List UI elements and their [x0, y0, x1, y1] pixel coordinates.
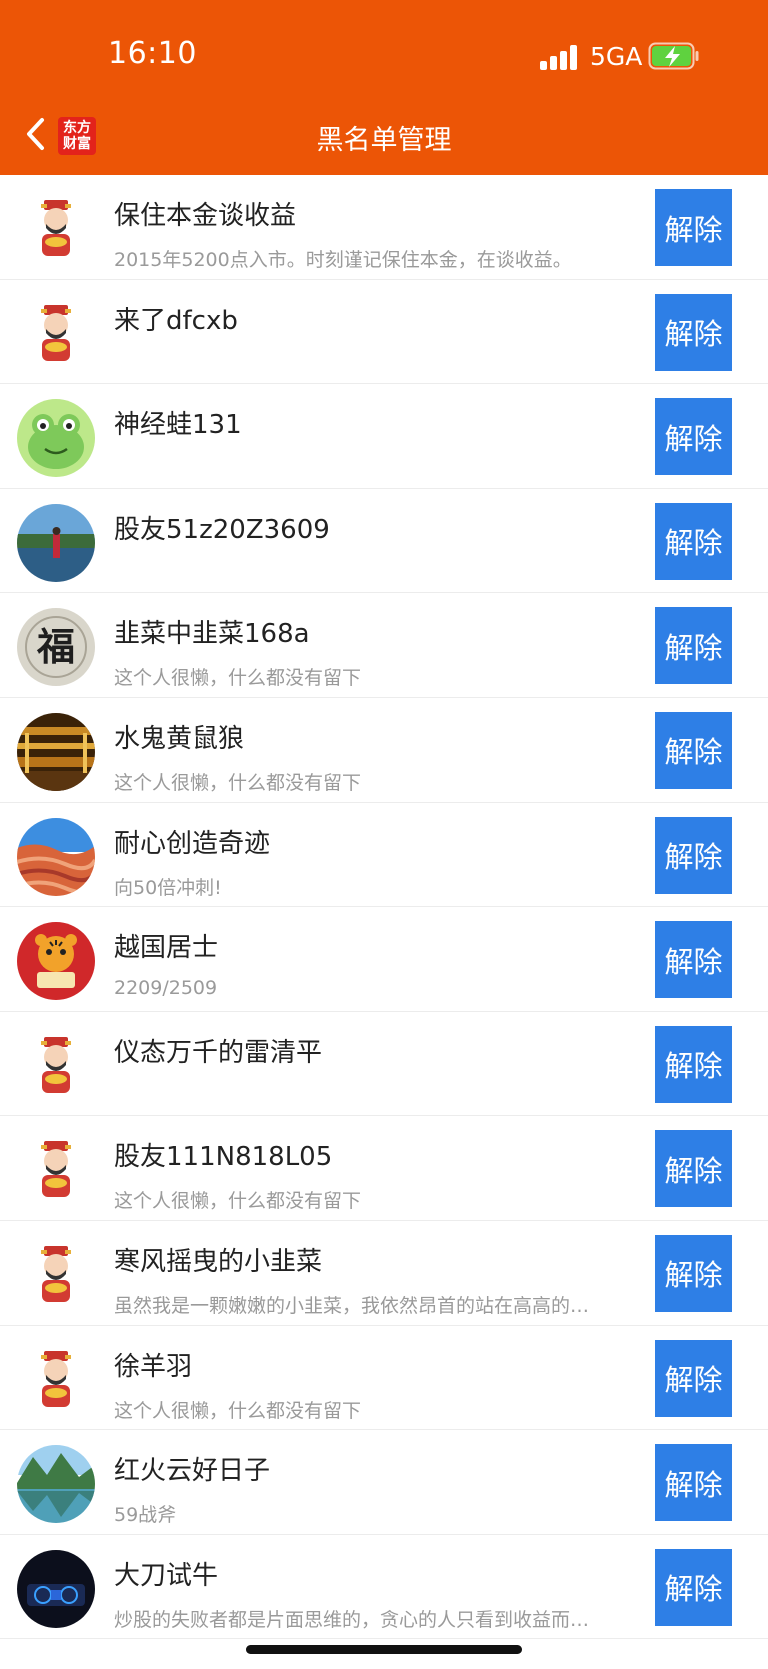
blacklist-row: 红火云好日子 59战斧 解除: [0, 1430, 768, 1535]
user-name[interactable]: 大刀试牛: [114, 1555, 218, 1592]
user-bio: 虽然我是一颗嫩嫩的小韭菜，我依然昂首的站在高高的…: [114, 1294, 590, 1317]
user-name[interactable]: 股友51z20Z3609: [114, 509, 330, 546]
palace-hall-avatar[interactable]: [17, 712, 95, 791]
blacklist-row: 水鬼黄鼠狼这个人很懒，什么都没有留下 解除: [0, 698, 768, 803]
god-of-wealth-avatar[interactable]: [17, 1340, 95, 1419]
user-name[interactable]: 保住本金谈收益: [114, 195, 296, 232]
god-of-wealth-avatar[interactable]: [17, 1026, 95, 1105]
unblock-button[interactable]: 解除: [655, 711, 732, 789]
user-name[interactable]: 寒风摇曳的小韭菜: [114, 1241, 322, 1278]
user-bio: 这个人很懒，什么都没有留下: [114, 667, 362, 690]
unblock-button[interactable]: 解除: [655, 1234, 732, 1312]
user-name[interactable]: 来了dfcxb: [114, 300, 238, 337]
user-bio: 59战斧: [114, 1504, 177, 1527]
frog-avatar[interactable]: [17, 399, 95, 478]
signal-icon: [540, 44, 580, 70]
unblock-button[interactable]: 解除: [655, 189, 732, 266]
red-rock-avatar[interactable]: [17, 817, 95, 896]
blacklist-row: 来了dfcxb 解除: [0, 280, 768, 385]
unblock-button[interactable]: 解除: [655, 1130, 732, 1208]
status-time: 16:10: [108, 36, 197, 71]
tiger-avatar[interactable]: [17, 922, 95, 1001]
unblock-button[interactable]: 解除: [655, 1444, 732, 1522]
blacklist-row: 寒风摇曳的小韭菜虽然我是一颗嫩嫩的小韭菜，我依然昂首的站在高高的… 解除: [0, 1221, 768, 1326]
battery-charging-icon: [648, 42, 699, 70]
blacklist-row: 耐心创造奇迹向50倍冲刺! 解除: [0, 803, 768, 908]
blacklist-row: 徐羊羽这个人很懒，什么都没有留下 解除: [0, 1326, 768, 1431]
god-of-wealth-avatar[interactable]: [17, 1235, 95, 1314]
unblock-button[interactable]: 解除: [655, 607, 732, 685]
user-bio: 这个人很懒，什么都没有留下: [114, 1190, 362, 1213]
god-of-wealth-avatar[interactable]: [17, 190, 95, 268]
user-name[interactable]: 仪态万千的雷清平: [114, 1032, 322, 1069]
page-title: 黑名单管理: [316, 125, 452, 156]
unblock-button[interactable]: 解除: [655, 398, 732, 476]
home-indicator: [246, 1645, 522, 1654]
user-bio: 炒股的失败者都是片面思维的，贪心的人只看到收益而…: [114, 1608, 590, 1631]
unblock-button[interactable]: 解除: [655, 293, 732, 371]
blacklist-row: 大刀试牛炒股的失败者都是片面思维的，贪心的人只看到收益而… 解除: [0, 1535, 768, 1640]
god-of-wealth-avatar[interactable]: [17, 1131, 95, 1210]
unblock-button[interactable]: 解除: [655, 1339, 732, 1417]
unblock-button[interactable]: 解除: [655, 1025, 732, 1103]
user-name[interactable]: 股友111N818L05: [114, 1136, 332, 1173]
unblock-button[interactable]: 解除: [655, 816, 732, 894]
user-bio: 这个人很懒，什么都没有留下: [114, 1399, 362, 1422]
blacklist-row: 仪态万千的雷清平 解除: [0, 1012, 768, 1117]
user-bio: 这个人很懒，什么都没有留下: [114, 771, 362, 794]
lake-photo-avatar[interactable]: [17, 503, 95, 582]
blacklist-row: 股友111N818L05 这个人很懒，什么都没有留下 解除: [0, 1116, 768, 1221]
car-dashboard-avatar[interactable]: [17, 1549, 95, 1628]
user-name[interactable]: 红火云好日子: [114, 1450, 270, 1487]
user-bio: 向50倍冲刺!: [114, 876, 222, 899]
user-name[interactable]: 神经蛙131: [114, 404, 242, 441]
blacklist-row: 福 韭菜中韭菜168a 这个人很懒，什么都没有留下 解除: [0, 593, 768, 698]
unblock-button[interactable]: 解除: [655, 921, 732, 999]
blacklist-row: 越国居士 2209/2509 解除: [0, 907, 768, 1012]
user-name[interactable]: 耐心创造奇迹: [114, 823, 270, 860]
fu-calligraphy-avatar[interactable]: 福: [17, 608, 95, 687]
top-bar: 16:10 5GA 东方 财富 黑名单管理: [0, 0, 768, 175]
user-bio: 2209/2509: [114, 977, 218, 1000]
blacklist-row: 神经蛙131 解除: [0, 384, 768, 489]
user-name[interactable]: 水鬼黄鼠狼: [114, 718, 244, 755]
blacklist-row: 保住本金谈收益 2015年5200点入市。时刻谨记保住本金，在谈收益。 解除: [0, 175, 768, 280]
blacklist: 保住本金谈收益 2015年5200点入市。时刻谨记保住本金，在谈收益。 解除 来了df…: [0, 175, 768, 1640]
unblock-button[interactable]: 解除: [655, 1548, 732, 1626]
blacklist-row: 股友51z20Z3609 解除: [0, 489, 768, 594]
god-of-wealth-avatar[interactable]: [17, 294, 95, 373]
user-bio: 2015年5200点入市。时刻谨记保住本金，在谈收益。: [114, 249, 572, 271]
mountain-lake-avatar[interactable]: [17, 1445, 95, 1524]
user-name[interactable]: 徐羊羽: [114, 1346, 192, 1383]
network-label: 5GA: [590, 42, 643, 71]
unblock-button[interactable]: 解除: [655, 502, 732, 580]
user-name[interactable]: 越国居士: [114, 927, 218, 964]
user-name[interactable]: 韭菜中韭菜168a: [114, 613, 310, 650]
svg-text:福: 福: [36, 624, 75, 669]
